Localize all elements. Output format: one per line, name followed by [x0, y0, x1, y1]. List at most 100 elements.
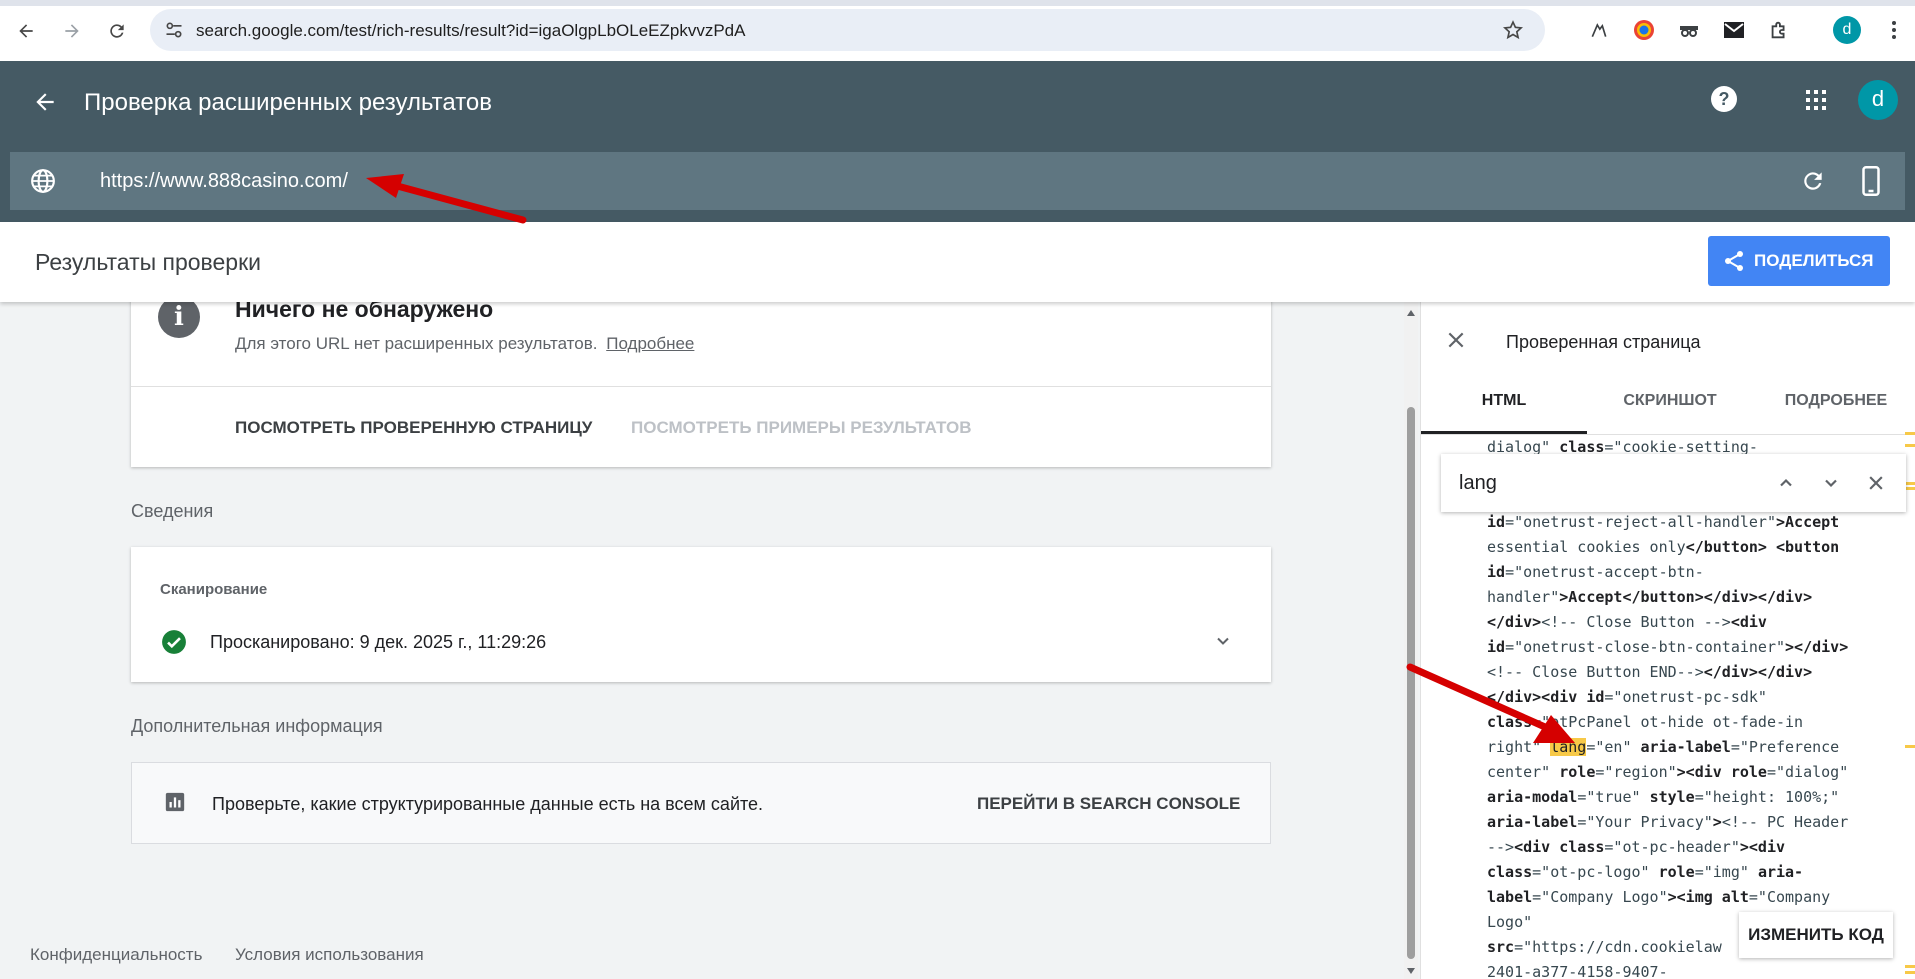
reload-icon	[110, 24, 124, 38]
tab-html-label: HTML	[1481, 392, 1527, 409]
tab-details[interactable]: ПОДРОБНЕЕ	[1753, 392, 1915, 434]
code-token: -->	[1487, 838, 1515, 856]
chevron-down-icon[interactable]	[1213, 631, 1233, 651]
code-token: label	[1487, 888, 1533, 906]
extension-color-icon[interactable]	[1630, 16, 1658, 44]
profile-avatar[interactable]: d	[1833, 16, 1861, 44]
code-token: handler"	[1487, 588, 1560, 606]
mobile-device-icon[interactable]	[1860, 166, 1882, 196]
crawl-status: Просканировано: 9 дек. 2025 г., 11:29:26	[210, 632, 547, 652]
privacy-link[interactable]: Конфиденциальность	[30, 945, 202, 965]
address-bar[interactable]: search.google.com/test/rich-results/resu…	[150, 9, 1545, 51]
status-card: i Ничего не обнаружено Для этого URL нет…	[131, 296, 1271, 467]
chevron-up-icon[interactable]	[1776, 473, 1796, 493]
code-line: handler">Accept</button></div></div>	[1487, 585, 1897, 610]
close-find-icon[interactable]	[1866, 473, 1886, 493]
back-button[interactable]	[8, 13, 44, 49]
annotation-arrow-lang	[1406, 663, 1575, 743]
code-line: center" role="region"><div role="dialog"	[1487, 760, 1897, 785]
main-scrollbar[interactable]	[1404, 302, 1418, 979]
back-arrow-icon[interactable]	[32, 89, 58, 115]
tab-strip	[0, 0, 1915, 6]
inspected-page-panel: Проверенная страница HTML СКРИНШОТ ПОДРО…	[1420, 302, 1915, 979]
code-token: ="Company Logo"	[1532, 888, 1668, 906]
code-line: </div><!-- Close Button --><div	[1487, 610, 1897, 635]
tested-url-field[interactable]: https://www.888casino.com/	[10, 152, 1905, 210]
share-label: ПОДЕЛИТЬСЯ	[1754, 251, 1874, 270]
bookmark-star-icon[interactable]	[1503, 20, 1523, 40]
code-token: ="img"	[1694, 863, 1758, 881]
profile-initial: d	[1842, 21, 1852, 38]
open-search-console-button[interactable]: ПЕРЕЙТИ В SEARCH CONSOLE	[977, 794, 1240, 814]
results-header: Результаты проверки ПОДЕЛИТЬСЯ	[0, 222, 1915, 302]
reload-button[interactable]	[99, 13, 135, 49]
code-token: <!-- PC Header	[1721, 813, 1849, 831]
browser-toolbar: search.google.com/test/rich-results/resu…	[0, 0, 1915, 61]
extensions-puzzle-icon[interactable]	[1765, 16, 1793, 44]
code-token: center"	[1487, 763, 1560, 781]
code-token: </div>	[1487, 613, 1542, 631]
annotation-arrow-top	[366, 174, 527, 224]
help-button[interactable]: ?	[1711, 86, 1737, 112]
crawl-card[interactable]: Сканирование Просканировано: 9 дек. 2025…	[131, 547, 1271, 682]
terms-link[interactable]: Условия использования	[235, 945, 424, 965]
code-token: id	[1487, 563, 1506, 581]
code-token: ="en"	[1586, 738, 1641, 756]
status-description: Для этого URL нет расширенных результато…	[235, 334, 598, 353]
share-icon	[1725, 251, 1743, 271]
tested-url[interactable]: https://www.888casino.com/	[100, 170, 348, 193]
account-avatar[interactable]: d	[1858, 80, 1898, 120]
share-button[interactable]: ПОДЕЛИТЬСЯ	[1708, 236, 1890, 286]
code-token: </div></div>	[1703, 663, 1813, 681]
code-token: ="Preference	[1730, 738, 1840, 756]
match-marker	[1905, 965, 1915, 968]
code-token: role	[1559, 763, 1596, 781]
code-token: style	[1649, 788, 1695, 806]
chevron-down-icon[interactable]	[1821, 473, 1841, 493]
tab-screenshot-label: СКРИНШОТ	[1623, 392, 1717, 409]
crawl-label: Сканирование	[160, 581, 268, 598]
code-line: aria-modal="true" style="height: 100%;"	[1487, 785, 1897, 810]
view-tested-page-button[interactable]: ПОСМОТРЕТЬ ПРОВЕРЕННУЮ СТРАНИЦУ	[235, 418, 592, 438]
code-token: id	[1487, 638, 1506, 656]
code-token: ="true"	[1577, 788, 1650, 806]
code-token: ><div	[1739, 838, 1786, 856]
code-token: ="dialog"	[1766, 763, 1849, 781]
view-examples-button[interactable]: ПОСМОТРЕТЬ ПРИМЕРЫ РЕЗУЛЬТАТОВ	[631, 418, 972, 438]
match-marker	[1905, 482, 1915, 485]
tab-html[interactable]: HTML	[1421, 392, 1587, 434]
code-token: </button> <button	[1685, 538, 1840, 556]
code-token: ="Company	[1748, 888, 1831, 906]
edit-code-button[interactable]: ИЗМЕНИТЬ КОД	[1739, 912, 1893, 958]
code-token: role	[1658, 863, 1695, 881]
match-marker	[1905, 971, 1915, 974]
arrow-left-icon	[19, 24, 33, 38]
find-input[interactable]	[1459, 468, 1719, 498]
forward-button[interactable]	[54, 13, 90, 49]
code-token: ="onetrust-pc-sdk"	[1604, 688, 1767, 706]
site-settings-icon[interactable]	[164, 20, 184, 40]
tab-screenshot[interactable]: СКРИНШОТ	[1587, 392, 1753, 434]
details-section-title: Сведения	[131, 501, 214, 521]
learn-more-link[interactable]: Подробнее	[606, 334, 694, 353]
code-token: ="https://cdn.cookielaw	[1514, 938, 1722, 956]
page-title: Проверка расширенных результатов	[84, 89, 493, 116]
code-token: ="ot-pc-logo"	[1532, 863, 1659, 881]
close-icon[interactable]	[1446, 330, 1466, 350]
address-text[interactable]: search.google.com/test/rich-results/resu…	[196, 21, 745, 41]
scroll-up-arrow[interactable]	[1407, 310, 1415, 316]
code-line: --><div class="ot-pc-header"><div	[1487, 835, 1897, 860]
retest-refresh-icon[interactable]	[1800, 168, 1826, 194]
extension-pen-icon[interactable]	[1585, 16, 1613, 44]
bar-chart-icon	[165, 792, 185, 812]
apps-grid-icon[interactable]	[1806, 90, 1826, 110]
code-token: >	[1712, 813, 1722, 831]
code-token: class	[1487, 863, 1533, 881]
browser-menu-icon[interactable]	[1880, 16, 1908, 44]
code-token: essential cookies only	[1487, 538, 1686, 556]
scroll-down-arrow[interactable]	[1407, 968, 1415, 974]
extension-incognito-icon[interactable]	[1675, 16, 1703, 44]
extension-mail-icon[interactable]	[1720, 16, 1748, 44]
code-token: ="region"	[1595, 763, 1677, 781]
code-token: ></div>	[1785, 638, 1849, 656]
